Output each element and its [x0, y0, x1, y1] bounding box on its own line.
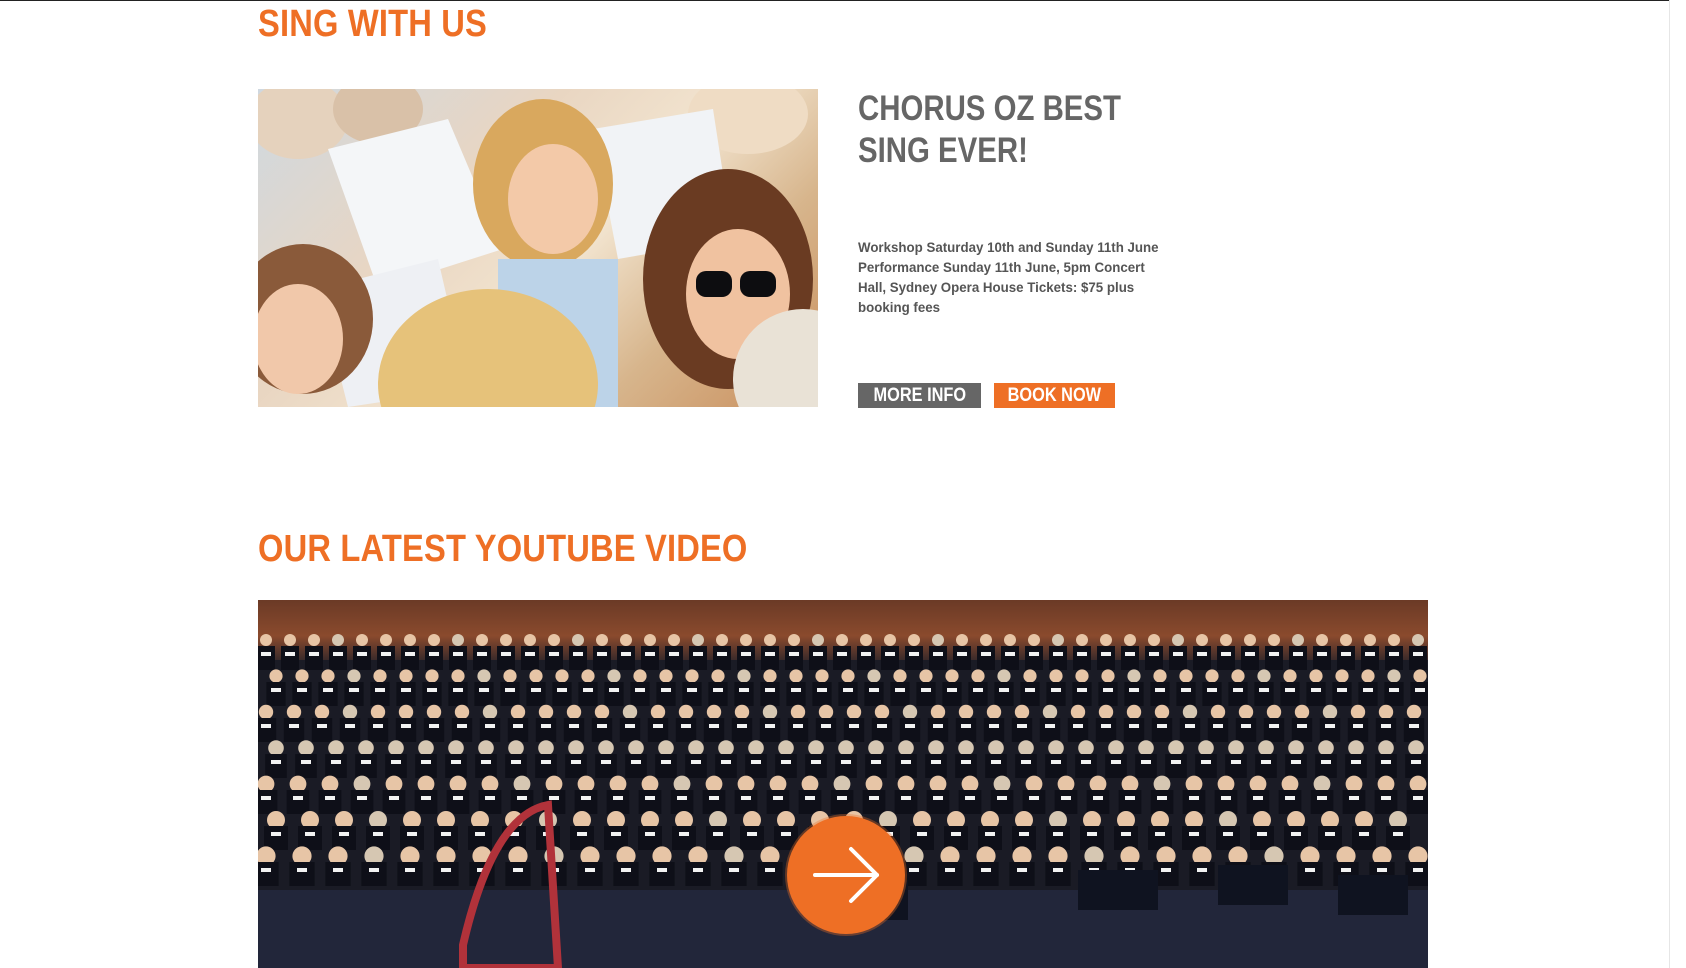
arrow-right-icon [813, 847, 879, 903]
play-video-button[interactable] [787, 816, 905, 934]
more-info-button[interactable]: MORE INFO [858, 383, 981, 408]
more-info-label: MORE INFO [873, 385, 966, 406]
choir-singers-photo [258, 89, 818, 407]
top-divider [0, 0, 1686, 1]
youtube-heading: OUR LATEST YOUTUBE VIDEO [258, 528, 748, 570]
event-title: CHORUS OZ BEST SING EVER! [858, 89, 1121, 170]
book-now-button[interactable]: BOOK NOW [994, 383, 1115, 408]
event-details: Workshop Saturday 10th and Sunday 11th J… [858, 239, 1159, 315]
scrollbar-gutter[interactable] [1669, 0, 1686, 968]
page: SING WITH US CHORUS OZ BEST SING EVER! W… [0, 0, 1686, 968]
book-now-label: BOOK NOW [1007, 385, 1102, 406]
sing-with-us-heading: SING WITH US [258, 3, 488, 45]
choir-singers-illustration [258, 89, 818, 407]
